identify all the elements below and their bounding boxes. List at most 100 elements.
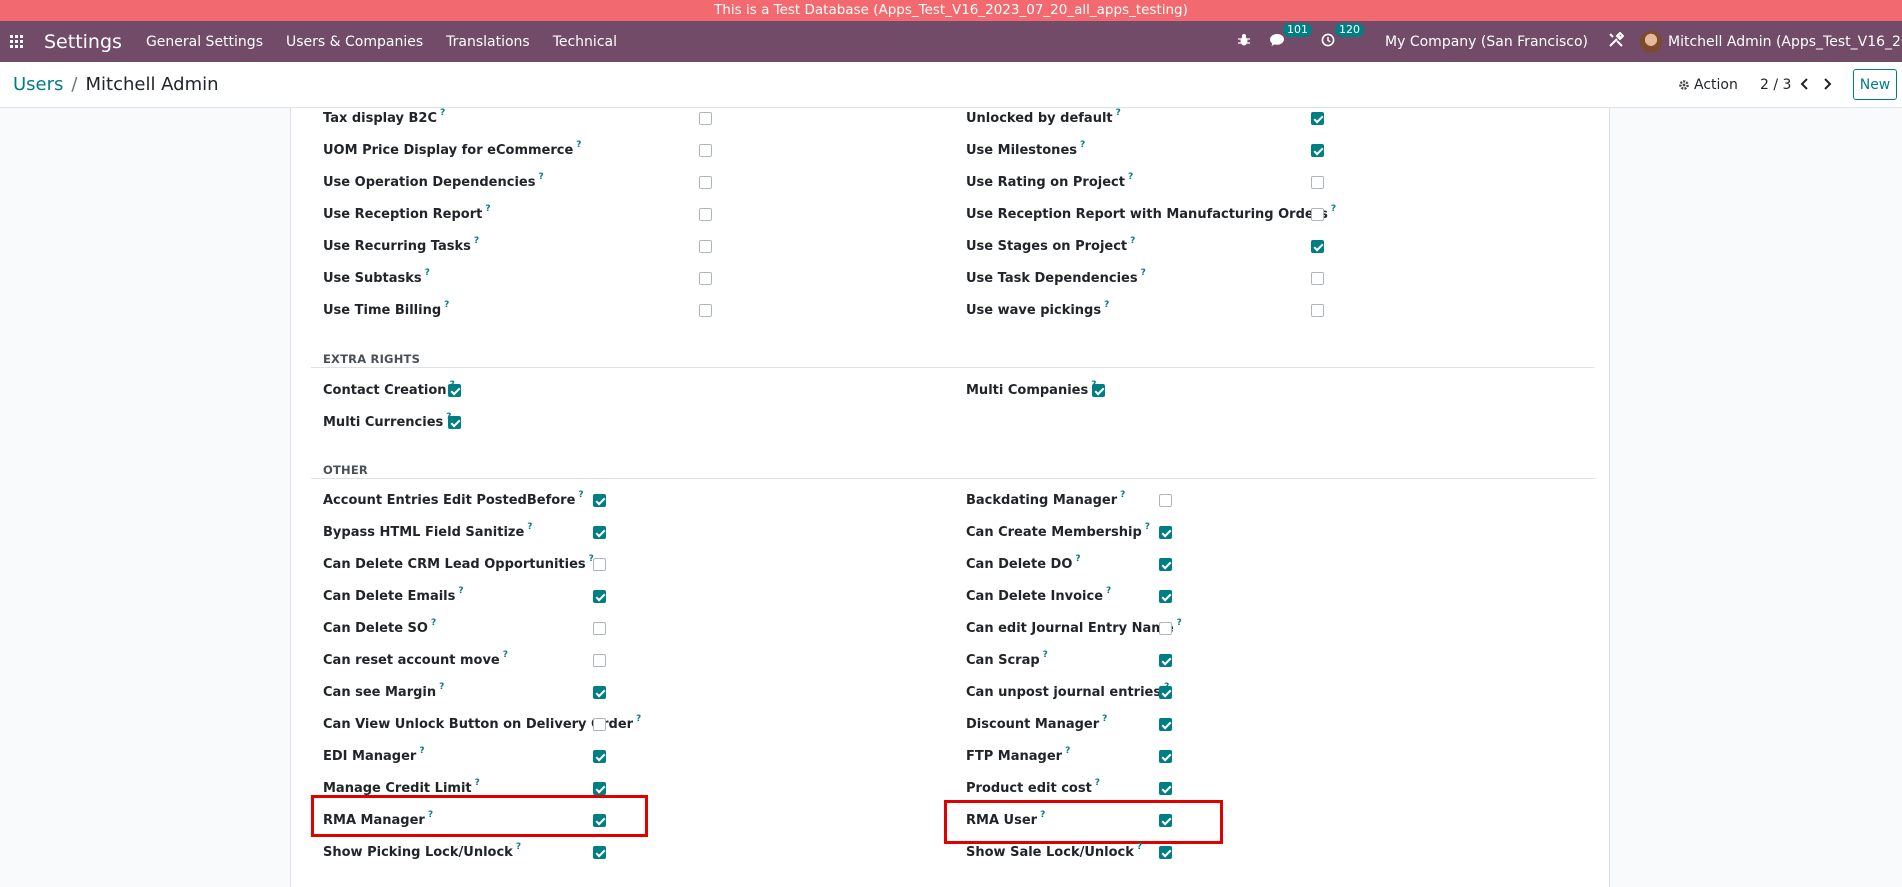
help-tooltip-icon[interactable]: ? [439, 682, 444, 692]
checkbox-use-wave-pickings[interactable] [1311, 304, 1324, 317]
checkbox-tax-display-b2c[interactable] [699, 112, 712, 125]
help-tooltip-icon[interactable]: ? [474, 236, 479, 246]
pager-next-icon[interactable] [1816, 72, 1838, 96]
help-tooltip-icon[interactable]: ? [1104, 300, 1109, 310]
help-tooltip-icon[interactable]: ? [1065, 746, 1070, 756]
checkbox-backdating-manager[interactable] [1159, 494, 1172, 507]
checkbox-show-sale-lock-unlock[interactable] [1159, 846, 1172, 859]
app-name[interactable]: Settings [44, 31, 122, 53]
checkbox-can-delete-do[interactable] [1159, 558, 1172, 571]
user-menu[interactable]: Mitchell Admin (Apps_Test_V16_2023_... [1668, 34, 1902, 50]
section-divider [311, 478, 1595, 479]
checkbox-use-subtasks[interactable] [699, 272, 712, 285]
checkbox-can-delete-crm-lead-opportunities[interactable] [593, 558, 606, 571]
checkbox-uom-price-display-for-ecommerce[interactable] [699, 144, 712, 157]
help-tooltip-icon[interactable]: ? [458, 586, 463, 596]
help-tooltip-icon[interactable]: ? [1040, 810, 1045, 820]
checkbox-discount-manager[interactable] [1159, 718, 1172, 731]
help-tooltip-icon[interactable]: ? [444, 300, 449, 310]
help-tooltip-icon[interactable]: ? [1075, 554, 1080, 564]
checkbox-can-reset-account-move[interactable] [593, 654, 606, 667]
checkbox-can-edit-journal-entry-name[interactable] [1159, 622, 1172, 635]
checkbox-can-delete-emails[interactable] [593, 590, 606, 603]
help-tooltip-icon[interactable]: ? [576, 140, 581, 150]
help-tooltip-icon[interactable]: ? [431, 618, 436, 628]
checkbox-use-operation-dependencies[interactable] [699, 176, 712, 189]
checkbox-multi-companies[interactable] [1092, 384, 1105, 397]
checkbox-can-delete-invoice[interactable] [1159, 590, 1172, 603]
help-tooltip-icon[interactable]: ? [1095, 778, 1100, 788]
help-tooltip-icon[interactable]: ? [1137, 842, 1142, 852]
field-label-text: FTP Manager [966, 748, 1063, 764]
help-tooltip-icon[interactable]: ? [475, 778, 480, 788]
user-avatar[interactable] [1640, 30, 1662, 53]
checkbox-account-entries-edit-postedbefore[interactable] [593, 494, 606, 507]
help-tooltip-icon[interactable]: ? [1102, 714, 1107, 724]
help-tooltip-icon[interactable]: ? [1080, 140, 1085, 150]
checkbox-rma-manager[interactable] [593, 814, 606, 827]
menu-users-companies[interactable]: Users & Companies [286, 34, 423, 50]
help-tooltip-icon[interactable]: ? [1120, 490, 1125, 500]
checkbox-can-view-unlock-button-on-delivery-order[interactable] [593, 718, 606, 731]
help-tooltip-icon[interactable]: ? [1331, 204, 1336, 214]
help-tooltip-icon[interactable]: ? [485, 204, 490, 214]
checkbox-use-reception-report[interactable] [699, 208, 712, 221]
new-record-button[interactable]: New [1853, 69, 1897, 100]
help-tooltip-icon[interactable]: ? [419, 746, 424, 756]
help-tooltip-icon[interactable]: ? [1145, 522, 1150, 532]
help-tooltip-icon[interactable]: ? [527, 522, 532, 532]
pager-previous-icon[interactable] [1794, 72, 1816, 96]
debug-bug-icon[interactable] [1237, 33, 1251, 51]
help-tooltip-icon[interactable]: ? [503, 650, 508, 660]
checkbox-bypass-html-field-sanitize[interactable] [593, 526, 606, 539]
help-tooltip-icon[interactable]: ? [440, 108, 445, 118]
help-tooltip-icon[interactable]: ? [428, 810, 433, 820]
help-tooltip-icon[interactable]: ? [1141, 268, 1146, 278]
breadcrumb-users-link[interactable]: Users [13, 74, 63, 95]
checkbox-can-scrap[interactable] [1159, 654, 1172, 667]
messages-chat-icon[interactable]: 101 [1269, 22, 1313, 51]
help-tooltip-icon[interactable]: ? [1177, 618, 1182, 628]
menu-translations[interactable]: Translations [446, 34, 530, 50]
menu-technical[interactable]: Technical [553, 34, 617, 50]
checkbox-can-delete-so[interactable] [593, 622, 606, 635]
checkbox-multi-currencies[interactable] [448, 416, 461, 429]
help-tooltip-icon[interactable]: ? [425, 268, 430, 278]
help-tooltip-icon[interactable]: ? [636, 714, 641, 724]
breadcrumb-separator: / [71, 74, 78, 95]
checkbox-use-milestones[interactable] [1311, 144, 1324, 157]
company-switcher[interactable]: My Company (San Francisco) [1385, 34, 1588, 50]
checkbox-rma-user[interactable] [1159, 814, 1172, 827]
checkbox-use-recurring-tasks[interactable] [699, 240, 712, 253]
gear-icon [1679, 80, 1689, 90]
tools-icon[interactable] [1608, 31, 1625, 52]
checkbox-edi-manager[interactable] [593, 750, 606, 763]
checkbox-product-edit-cost[interactable] [1159, 782, 1172, 795]
help-tooltip-icon[interactable]: ? [516, 842, 521, 852]
help-tooltip-icon[interactable]: ? [1116, 108, 1121, 118]
action-menu-button[interactable]: Action [1678, 77, 1738, 93]
checkbox-show-picking-lock-unlock[interactable] [593, 846, 606, 859]
help-tooltip-icon[interactable]: ? [578, 490, 583, 500]
help-tooltip-icon[interactable]: ? [1130, 236, 1135, 246]
pager-value[interactable]: 2 / 3 [1760, 77, 1791, 93]
checkbox-use-stages-on-project[interactable] [1311, 240, 1324, 253]
help-tooltip-icon[interactable]: ? [1128, 172, 1133, 182]
checkbox-use-rating-on-project[interactable] [1311, 176, 1324, 189]
help-tooltip-icon[interactable]: ? [1106, 586, 1111, 596]
checkbox-use-task-dependencies[interactable] [1311, 272, 1324, 285]
checkbox-can-create-membership[interactable] [1159, 526, 1172, 539]
checkbox-use-reception-report-with-manufacturing-orders[interactable] [1311, 208, 1324, 221]
checkbox-unlocked-by-default[interactable] [1311, 112, 1324, 125]
checkbox-contact-creation[interactable] [448, 384, 461, 397]
checkbox-use-time-billing[interactable] [699, 304, 712, 317]
checkbox-can-unpost-journal-entries[interactable] [1159, 686, 1172, 699]
checkbox-ftp-manager[interactable] [1159, 750, 1172, 763]
help-tooltip-icon[interactable]: ? [1043, 650, 1048, 660]
menu-general-settings[interactable]: General Settings [146, 34, 263, 50]
checkbox-can-see-margin[interactable] [593, 686, 606, 699]
checkbox-manage-credit-limit[interactable] [593, 782, 606, 795]
help-tooltip-icon[interactable]: ? [538, 172, 543, 182]
activities-clock-icon[interactable]: 120 [1321, 22, 1365, 51]
app-menu-grid-icon[interactable] [10, 34, 24, 49]
